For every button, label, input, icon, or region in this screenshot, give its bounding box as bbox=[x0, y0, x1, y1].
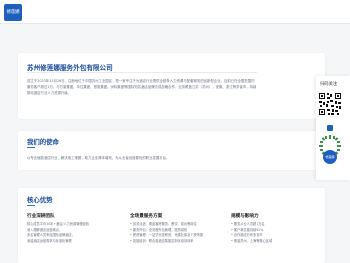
mission-title-accent-bar bbox=[27, 147, 35, 149]
advantages-card: 核心优势 行业深耕团队 核心成员平均10年+酒店/人力资源管理经验 深入理解酒店… bbox=[18, 188, 325, 263]
qr-code-icon bbox=[318, 92, 342, 116]
qr-code-image bbox=[318, 92, 342, 116]
company-logo[interactable]: 修莲娜 bbox=[4, 4, 22, 21]
qr-follow-panel[interactable]: 扫码关注 修莲娜 bbox=[316, 76, 350, 180]
top-nav-bar: 修莲娜 bbox=[0, 0, 350, 24]
advantage-column-team: 行业深耕团队 核心成员平均10年+酒店/人力资源管理经验 深入理解酒店运营痛点，… bbox=[27, 213, 117, 244]
mission-text: 以专业赋能酒店行业，解决用工难题，助力企业降本增效，为从业者创造更优的职业发展平… bbox=[27, 156, 170, 160]
company-name-title: 苏州修莲娜服务外包有限公司 bbox=[27, 64, 113, 72]
advantages-title: 核心优势 bbox=[27, 196, 53, 204]
qr-center-logo bbox=[326, 124, 334, 132]
mission-title: 我们的使命 bbox=[27, 138, 59, 146]
advantage-heading: 全场景服务方案 bbox=[130, 214, 163, 219]
advantage-line: • 技能培训：联合各酒店集团定制化培训体系 bbox=[130, 238, 194, 243]
company-intro-card: 苏州修莲娜服务外包有限公司 成立于2023年12月26日，注册地位于中国苏州工业… bbox=[18, 53, 325, 119]
advantages-title-accent-bar bbox=[27, 205, 35, 207]
mission-card: 我们的使命 以专业赋能酒店行业，解决用工难题，助力企业降本增效，为从业者创造更优… bbox=[18, 131, 325, 170]
advantage-line: • 覆盖苏州、上海等核心区域 bbox=[231, 238, 273, 243]
advantage-line: 深谙酒店运营需求与标准化管理 bbox=[27, 238, 72, 243]
company-description: 成立于2023年12月26日，注册地位于中国苏州工业园区，是一家专注于为酒店行业… bbox=[27, 79, 257, 95]
advantage-heading: 行业深耕团队 bbox=[27, 214, 55, 219]
advantage-column-solutions: 全场景服务方案 • 劳务派遣：覆盖客房服务、餐饮、前台等岗位 • 服务外包：全流… bbox=[130, 213, 220, 244]
qr-title: 扫码关注 bbox=[320, 82, 338, 87]
mini-program-logo: 修莲娜 bbox=[323, 150, 337, 164]
title-divider bbox=[27, 72, 257, 73]
advantage-heading: 规模与影响力 bbox=[231, 214, 259, 219]
advantage-column-scale: 规模与影响力 • 服务从业人员超1万名 • 客户满意度持续92% • 合作酒店分… bbox=[231, 213, 317, 244]
